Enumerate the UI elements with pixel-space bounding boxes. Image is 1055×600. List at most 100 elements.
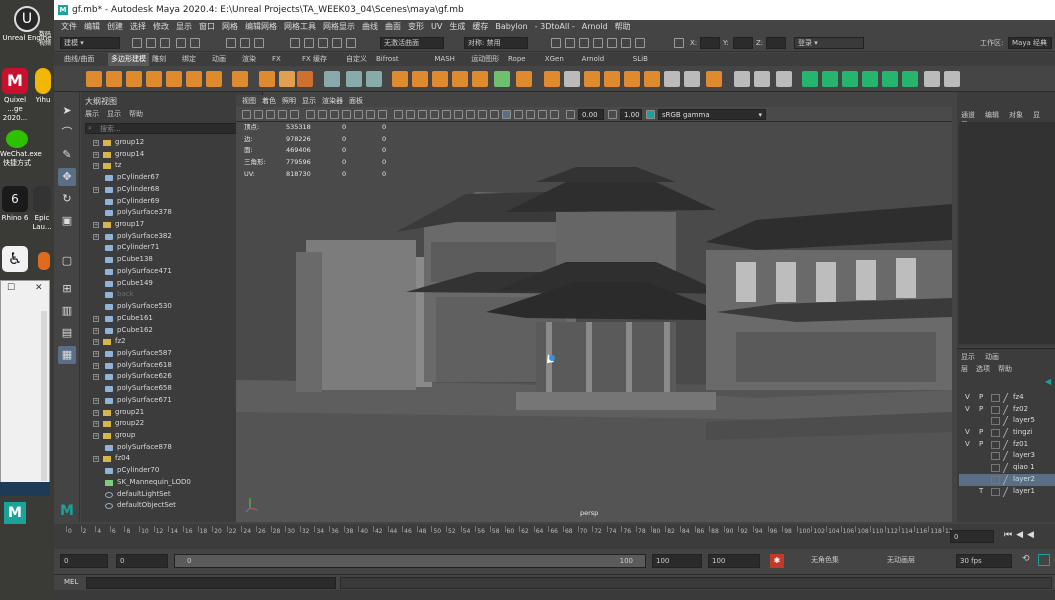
menu-8[interactable]: 编辑网格 [245, 22, 277, 31]
shelf-tool-icon-32[interactable] [776, 71, 792, 87]
scale-tool-icon[interactable]: ▣ [58, 212, 76, 230]
menu-11[interactable]: 曲线 [362, 22, 378, 31]
outliner-item[interactable]: + fz2 [81, 336, 253, 348]
shelf-tool-icon-26[interactable] [644, 71, 660, 87]
outliner-item[interactable]: + group17 [81, 219, 253, 231]
taskbar-item[interactable] [0, 482, 50, 496]
outliner-item[interactable]: pCube149 [81, 278, 253, 290]
menu-16[interactable]: 缓存 [472, 22, 488, 31]
shelf-tool-icon-30[interactable] [734, 71, 750, 87]
shelf-tab-9[interactable]: Bifrost [376, 53, 399, 66]
layer-row[interactable]: V Pfz01 [959, 439, 1055, 451]
expand-icon[interactable]: + [93, 456, 99, 463]
color-management-icon[interactable] [646, 110, 655, 119]
scene-view[interactable]: 顶点: 535318 0 0 边: 978226 0 0 面: 469406 0 0 三角形: 77959… [236, 122, 952, 522]
outliner-item[interactable]: + group [81, 430, 253, 442]
menu-0[interactable]: 文件 [61, 22, 77, 31]
shelf-tool-icon-38[interactable] [902, 71, 918, 87]
layer-playback-toggle[interactable]: P [979, 404, 987, 416]
shelf-tool-icon-14[interactable] [392, 71, 408, 87]
expand-icon[interactable]: + [93, 350, 99, 357]
redo-icon[interactable] [190, 38, 200, 48]
epic-launcher-shortcut[interactable]: Epic Lau... [30, 186, 54, 232]
layer-visibility-toggle[interactable]: V [965, 392, 973, 404]
outliner-item[interactable]: + group14 [81, 149, 253, 161]
channel-menu-0[interactable]: 通道 [961, 111, 975, 119]
xray-icon[interactable] [526, 110, 535, 119]
shelf-tab-1[interactable]: 多边形建模 [108, 53, 149, 66]
rhino-shortcut[interactable]: 6 Rhino 6 [0, 186, 30, 223]
outliner-item[interactable]: + pCylinder68 [81, 184, 253, 196]
shelf-tab-4[interactable]: 动画 [212, 53, 226, 66]
viewport-menu-0[interactable]: 视图 [242, 97, 256, 105]
maya-taskbar-icon[interactable]: M [4, 502, 26, 524]
layer-scroll-icon[interactable]: ◀ [1045, 377, 1053, 386]
save-scene-icon[interactable] [160, 38, 170, 48]
expand-icon[interactable]: + [93, 163, 99, 170]
time-slider[interactable]: 0 2 4 6 8 10 12 14 16 18 20 22 24 26 28 30 32 34 36 38 40 42 4… [54, 524, 1055, 549]
multisample-aa-icon[interactable] [490, 110, 499, 119]
viewport-menu-4[interactable]: 渲染器 [322, 97, 343, 105]
menu-13[interactable]: 变形 [408, 22, 424, 31]
shelf-tab-2[interactable]: 雕刻 [152, 53, 166, 66]
loop-icon[interactable]: ⟲ [1022, 554, 1030, 564]
outliner-item[interactable]: + polySurface587 [81, 348, 253, 360]
outliner-item[interactable]: + group22 [81, 418, 253, 430]
playback-controls[interactable]: ⏮◀◀ [1004, 530, 1038, 540]
layer-color-swatch[interactable] [991, 452, 1000, 461]
mel-input[interactable] [86, 577, 336, 589]
menu-9[interactable]: 网格工具 [284, 22, 316, 31]
shelf-tool-icon-17[interactable] [452, 71, 468, 87]
auto-key-icon[interactable]: ✱ [770, 554, 784, 568]
maximize-icon[interactable]: ☐ [7, 283, 15, 293]
shelf-tool-icon-18[interactable] [472, 71, 488, 87]
persp-viewport[interactable]: 视图 着色 照明 显示 渲染器 面板 0.00 1.00 sRGB gamma … [236, 95, 952, 522]
arnold-render-icon[interactable] [621, 38, 631, 48]
outliner-item[interactable]: + tz [81, 160, 253, 172]
layer-color-swatch[interactable] [991, 464, 1000, 473]
isolate-select-icon[interactable] [514, 110, 523, 119]
exposure-field[interactable]: 0.00 [578, 109, 604, 120]
gate-mask-icon[interactable] [342, 110, 351, 119]
shelf-tool-icon-27[interactable] [664, 71, 680, 87]
end-time-field[interactable]: 100 [708, 554, 760, 568]
undo-icon[interactable] [176, 38, 186, 48]
outliner-layout-icon[interactable]: ▦ [58, 346, 76, 364]
layer-row[interactable]: V Pfz4 [959, 392, 1055, 404]
menu-19[interactable]: Arnold [582, 22, 608, 31]
menu-18[interactable]: - 3DtoAll - [535, 22, 575, 31]
snap-surface-icon[interactable] [346, 38, 356, 48]
background-window[interactable]: ✕ ☐ [0, 280, 50, 490]
motion-blur-icon[interactable] [478, 110, 487, 119]
render-frame-icon[interactable] [551, 38, 561, 48]
outliner-item[interactable]: + polySurface382 [81, 231, 253, 243]
expand-icon[interactable]: + [93, 233, 99, 240]
shelf-tool-icon-21[interactable] [544, 71, 560, 87]
outliner-item[interactable]: polySurface530 [81, 301, 253, 313]
shelf-tool-icon-31[interactable] [754, 71, 770, 87]
shelf-tool-icon-28[interactable] [684, 71, 700, 87]
shelf-tool-icon-25[interactable] [624, 71, 640, 87]
shelf-tab-15[interactable]: SLiB [633, 53, 648, 66]
outliner-item[interactable]: pCylinder69 [81, 196, 253, 208]
layer-menu-2[interactable]: 帮助 [998, 365, 1012, 373]
layer-color-swatch[interactable] [991, 487, 1000, 496]
outliner-item[interactable]: SK_Mannequin_LOD0 [81, 477, 253, 489]
field-chart-icon[interactable] [354, 110, 363, 119]
shelf-tool-icon-12[interactable] [346, 71, 362, 87]
expand-icon[interactable]: + [93, 151, 99, 158]
live-surface-field[interactable]: 无激活曲面 [380, 37, 444, 49]
single-view-icon[interactable]: ▢ [58, 252, 76, 270]
shelf-tool-icon-34[interactable] [822, 71, 838, 87]
select-component-icon[interactable] [254, 38, 264, 48]
layer-visibility-toggle[interactable]: V [965, 439, 973, 451]
view-transform-dropdown[interactable]: sRGB gamma ▾ [658, 109, 766, 120]
y-field[interactable] [733, 37, 753, 49]
shelf-tool-icon-13[interactable] [366, 71, 382, 87]
shelf-tab-8[interactable]: 自定义 [346, 53, 367, 66]
layer-visibility-toggle[interactable]: V [965, 404, 973, 416]
transform-mode-icon[interactable] [674, 38, 684, 48]
shelf-tool-icon-16[interactable] [432, 71, 448, 87]
grid-toggle-icon[interactable] [306, 110, 315, 119]
viewport-menu-5[interactable]: 面板 [349, 97, 363, 105]
